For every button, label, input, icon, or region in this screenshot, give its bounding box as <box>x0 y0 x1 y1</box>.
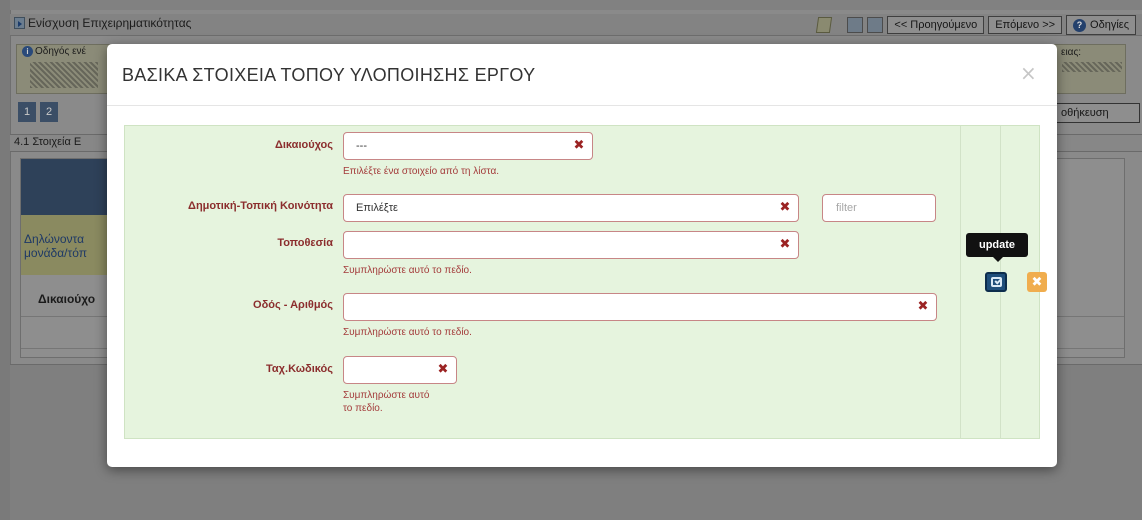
beneficiary-hint: Επιλέξτε ένα στοιχείο από τη λίστα. <box>343 166 500 177</box>
save-button[interactable]: οθήκευση <box>1056 103 1140 123</box>
cancel-button[interactable]: ✖ <box>1027 272 1047 292</box>
redacted-block <box>30 62 98 88</box>
app-toolbar: << Προηγούμενο Επόμενο >> ? Οδηγίες <box>816 14 1136 36</box>
postal-code-hint: Συμπληρώστε αυτό το πεδίο. <box>343 389 430 415</box>
step-tab-1[interactable]: 1 <box>18 102 36 122</box>
section-label: 4.1 Στοιχεία Ε <box>14 136 82 148</box>
previous-button[interactable]: << Προηγούμενο <box>887 16 985 34</box>
community-select[interactable]: Επιλέξτε ✖ <box>343 194 799 222</box>
edit-icon[interactable] <box>816 17 833 33</box>
community-label: Δημοτική-Τοπική Κοινότητα <box>188 200 333 212</box>
street-input[interactable]: ✖ <box>343 293 937 321</box>
street-label: Οδός - Αριθμός <box>253 299 333 311</box>
redacted-block-right <box>1062 62 1122 72</box>
image-icon[interactable] <box>867 17 884 33</box>
help-button[interactable]: ? Οδηγίες <box>1066 15 1136 35</box>
clear-icon[interactable]: ✖ <box>779 238 791 251</box>
form-panel: Δικαιούχος --- ✖ Επιλέξτε ένα στοιχείο α… <box>124 125 1047 439</box>
postal-code-input[interactable]: ✖ <box>343 356 457 384</box>
location-input[interactable]: ✖ <box>343 231 799 259</box>
modal-header: ΒΑΣΙΚΑ ΣΤΟΙΧΕΙΑ ΤΟΠΟΥ ΥΛΟΠΟΙΗΣΗΣ ΕΡΓΟΥ × <box>107 44 1057 106</box>
location-hint: Συμπληρώστε αυτό το πεδίο. <box>343 265 472 276</box>
clear-icon[interactable]: ✖ <box>573 139 585 152</box>
update-tooltip: update <box>966 233 1028 262</box>
info-icon: i <box>22 46 33 57</box>
street-hint: Συμπληρώστε αυτό το πεδίο. <box>343 327 472 338</box>
location-label: Τοποθεσία <box>277 237 333 249</box>
update-button[interactable] <box>985 272 1007 292</box>
help-label: Οδηγίες <box>1090 19 1129 31</box>
left-strip <box>0 0 10 520</box>
step-tab-2[interactable]: 2 <box>40 102 58 122</box>
location-modal: ΒΑΣΙΚΑ ΣΤΟΙΧΕΙΑ ΤΟΠΟΥ ΥΛΟΠΟΙΗΣΗΣ ΕΡΓΟΥ ×… <box>107 44 1057 467</box>
info-right-text: ειας: <box>1061 47 1082 58</box>
beneficiary-value: --- <box>356 140 367 152</box>
declaration-text-line-2: μονάδα/τόπ <box>24 246 87 260</box>
info-guide-text: Οδηγός ενέ <box>35 46 86 57</box>
table-column-header: Δικαιούχο <box>38 292 96 306</box>
declaration-text-line-1: Δηλώνοντα <box>24 232 85 246</box>
check-square-icon <box>990 277 1002 287</box>
step-tabs: 1 2 <box>18 102 58 122</box>
column-divider <box>960 126 961 438</box>
info-text: i Οδηγός ενέ <box>22 46 86 57</box>
table-icon[interactable] <box>847 17 864 33</box>
app-title-text: Ενίσχυση Επιχειρηματικότητας <box>28 16 192 30</box>
help-icon: ? <box>1073 18 1087 32</box>
postal-code-hint-line-1: Συμπληρώστε αυτό <box>343 390 430 401</box>
table-header-band <box>21 159 111 215</box>
next-button[interactable]: Επόμενο >> <box>988 16 1063 34</box>
app-title: Ενίσχυση Επιχειρηματικότητας <box>14 16 191 30</box>
community-filter-input[interactable]: filter <box>822 194 936 222</box>
declaration-text: Δηλώνοντα μονάδα/τόπ <box>24 232 87 260</box>
beneficiary-label: Δικαιούχος <box>274 139 333 151</box>
beneficiary-select[interactable]: --- ✖ <box>343 132 593 160</box>
community-value: Επιλέξτε <box>356 202 398 214</box>
close-icon[interactable]: × <box>1020 61 1037 85</box>
clear-icon[interactable]: ✖ <box>917 300 929 313</box>
postal-code-label: Ταχ.Κωδικός <box>266 363 333 375</box>
clear-icon[interactable]: ✖ <box>437 363 449 376</box>
clear-icon[interactable]: ✖ <box>779 201 791 214</box>
postal-code-hint-line-2: το πεδίο. <box>343 403 383 414</box>
modal-title: ΒΑΣΙΚΑ ΣΤΟΙΧΕΙΑ ΤΟΠΟΥ ΥΛΟΠΟΙΗΣΗΣ ΕΡΓΟΥ <box>122 65 536 85</box>
document-icon <box>14 17 25 29</box>
